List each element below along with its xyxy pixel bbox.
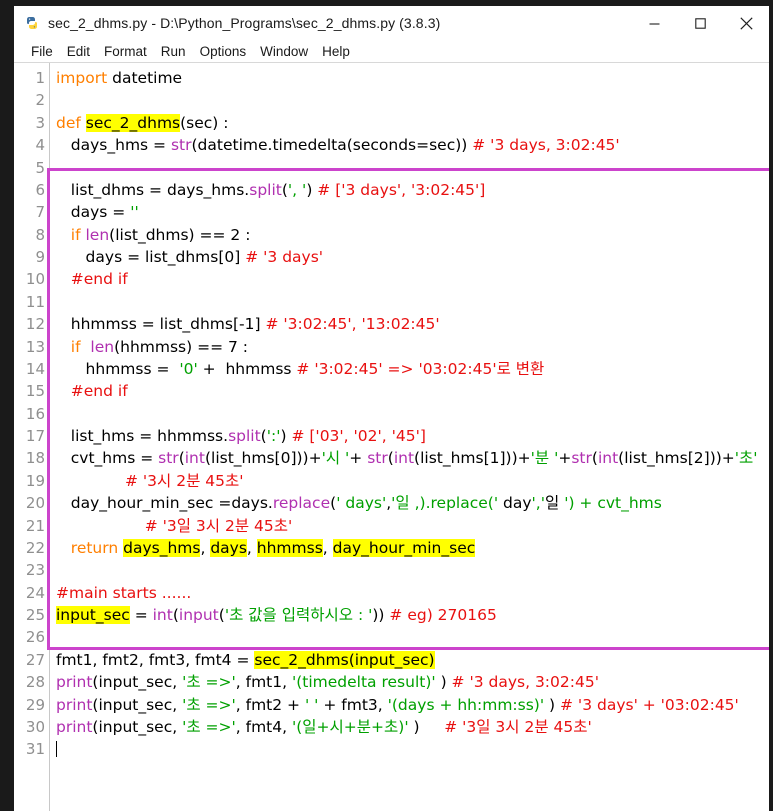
- line-number: 3: [35, 113, 45, 132]
- menu-item-file[interactable]: File: [24, 44, 60, 59]
- code-line: cvt_hms = str(int(list_hms[0]))+'시 '+ st…: [56, 449, 758, 468]
- line-number: 2: [35, 91, 45, 110]
- line-number: 6: [35, 180, 45, 199]
- window-title-bar: sec_2_dhms.py - D:\Python_Programs\sec_2…: [14, 6, 769, 40]
- maximize-button[interactable]: [677, 6, 723, 40]
- line-number: 7: [35, 203, 45, 222]
- code-line: # '3시 2분 45초': [124, 471, 244, 490]
- code-line: days = '': [56, 203, 139, 222]
- menu-item-window[interactable]: Window: [253, 44, 315, 59]
- code-line: #main starts ......: [56, 583, 192, 602]
- code-line: day_hour_min_sec =days.replace(' days','…: [56, 494, 662, 513]
- code-line: list_hms = hhmmss.split(':') # ['03', '0…: [56, 427, 426, 445]
- menu-item-options[interactable]: Options: [193, 44, 254, 59]
- code-line: [56, 738, 769, 760]
- line-number: 17: [25, 427, 45, 445]
- yellow-highlight: input_sec: [56, 606, 130, 624]
- line-number: 19: [25, 471, 45, 490]
- text-cursor: [56, 741, 57, 758]
- line-number: 29: [25, 695, 45, 714]
- code-line: def sec_2_dhms(sec) :: [56, 113, 229, 132]
- code-line: print(input_sec, '초 =>', fmt1, '(timedel…: [56, 673, 599, 692]
- line-number: 30: [25, 717, 45, 736]
- line-number-gutter: 1 2 3 4 5 6 7 8 9 10 11 12 13 14 15 16 1…: [14, 63, 50, 811]
- code-line: list_dhms = days_hms.split(', ') # ['3 d…: [56, 180, 486, 199]
- code-line: #end if: [70, 382, 128, 401]
- menu-item-help[interactable]: Help: [315, 44, 357, 59]
- line-number: 14: [25, 359, 45, 378]
- line-number: 5: [35, 158, 45, 177]
- code-line: fmt1, fmt2, fmt3, fmt4 = sec_2_dhms(inpu…: [56, 650, 435, 669]
- line-number: 22: [25, 538, 45, 557]
- line-number: 12: [25, 315, 45, 334]
- line-number: 28: [25, 673, 45, 692]
- menu-item-format[interactable]: Format: [97, 44, 154, 59]
- yellow-highlight: days: [123, 538, 160, 557]
- python-idle-icon: [24, 15, 40, 31]
- yellow-highlight: sec_2_dhms: [85, 113, 181, 132]
- menu-item-edit[interactable]: Edit: [60, 44, 97, 59]
- line-number: 8: [35, 225, 45, 244]
- code-editor[interactable]: 1 2 3 4 5 6 7 8 9 10 11 12 13 14 15 16 1…: [14, 62, 769, 811]
- yellow-highlight: days_hms: [123, 538, 201, 557]
- minimize-button[interactable]: [631, 6, 677, 40]
- code-line: input_sec = int(input('초 값을 입력하시오 : ')) …: [56, 606, 497, 624]
- line-number: 9: [35, 248, 45, 266]
- line-number: 11: [25, 292, 45, 311]
- line-number: 4: [35, 136, 45, 155]
- code-line: hhmmss = '0' + hhmmss # '3:02:45' => '03…: [56, 359, 545, 378]
- code-line: import datetime: [56, 69, 183, 87]
- code-line: days_hms = str(datetime.timedelta(second…: [56, 136, 620, 155]
- line-number: 18: [25, 449, 45, 468]
- code-line: if len(hhmmss) == 7 :: [70, 337, 249, 356]
- line-number: 21: [25, 516, 45, 535]
- line-number: 24: [25, 583, 45, 602]
- code-line: print(input_sec, '초 =>', fmt2 + ' ' + fm…: [56, 695, 739, 714]
- code-line: days = list_dhms[0] # '3 days': [56, 248, 324, 266]
- yellow-highlight: days: [210, 538, 247, 557]
- line-number: 13: [25, 337, 45, 356]
- line-number: 15: [25, 382, 45, 401]
- line-number: 1: [35, 69, 45, 87]
- yellow-highlight: hhmmss: [256, 538, 323, 557]
- code-line: hhmmss = list_dhms[-1] # '3:02:45', '13:…: [56, 315, 440, 334]
- menu-item-run[interactable]: Run: [154, 44, 193, 59]
- yellow-highlight: day_hour_min_sec: [332, 538, 476, 557]
- yellow-highlight: sec_2_dhms(input_sec): [254, 650, 435, 669]
- line-number: 26: [25, 628, 45, 647]
- code-line: # '3일 3시 2분 45초': [144, 516, 293, 535]
- line-number: 31: [25, 740, 45, 759]
- line-number: 27: [25, 650, 45, 669]
- line-number: 23: [25, 561, 45, 580]
- code-line: #end if: [70, 270, 128, 289]
- code-line: if len(list_dhms) == 2 :: [70, 225, 251, 244]
- code-line: return days_hms, days, hhmmss, day_hour_…: [70, 538, 476, 557]
- window-title-text: sec_2_dhms.py - D:\Python_Programs\sec_2…: [48, 15, 441, 31]
- code-text-area[interactable]: import datetime def sec_2_dhms(sec) : da…: [50, 63, 769, 811]
- line-number: 10: [25, 270, 45, 289]
- code-line: print(input_sec, '초 =>', fmt4, '(일+시+분+초…: [56, 717, 592, 736]
- window-controls: [631, 6, 769, 40]
- line-number: 25: [25, 606, 45, 624]
- menu-bar: File Edit Format Run Options Window Help: [14, 40, 769, 62]
- line-number: 20: [25, 494, 45, 513]
- line-number: 16: [25, 404, 45, 423]
- close-button[interactable]: [723, 6, 769, 40]
- idle-editor-window: sec_2_dhms.py - D:\Python_Programs\sec_2…: [14, 6, 769, 811]
